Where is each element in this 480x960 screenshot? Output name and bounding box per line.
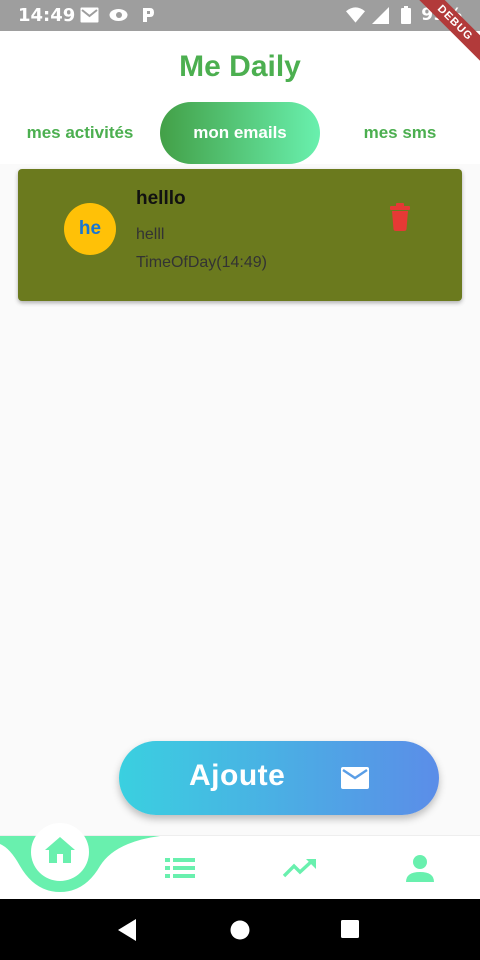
home-button[interactable] xyxy=(31,823,89,881)
notification-icons xyxy=(80,6,157,24)
signal-icon xyxy=(371,6,390,24)
cast-icon xyxy=(109,6,128,24)
person-icon[interactable] xyxy=(400,851,440,885)
status-bar: 14:49 99% DEBUG xyxy=(0,0,480,69)
avatar: he xyxy=(64,203,116,255)
add-button-label: Ajoute xyxy=(189,759,286,792)
trash-icon[interactable] xyxy=(388,203,412,231)
home-system-icon[interactable] xyxy=(229,919,251,941)
back-icon[interactable] xyxy=(118,919,140,941)
email-body: helll xyxy=(136,226,165,243)
p-app-icon xyxy=(138,6,157,24)
status-time: 14:49 xyxy=(18,5,76,26)
system-navigation-bar xyxy=(0,899,480,960)
gmail-icon xyxy=(80,6,99,24)
app-header: Me Daily mes activités mon emails mes sm… xyxy=(0,31,480,164)
tab-bar: mes activités mon emails mes sms xyxy=(0,102,480,164)
battery-icon xyxy=(396,6,415,24)
email-time: TimeOfDay(14:49) xyxy=(136,254,267,271)
tab-emails[interactable]: mon emails xyxy=(160,102,320,164)
tab-activites[interactable]: mes activités xyxy=(0,102,160,164)
home-icon xyxy=(45,836,75,868)
tab-sms[interactable]: mes sms xyxy=(320,102,480,164)
email-card[interactable]: he helllo helll TimeOfDay(14:49) xyxy=(18,169,462,301)
recents-icon[interactable] xyxy=(340,919,362,941)
list-icon[interactable] xyxy=(160,851,200,885)
app-title: Me Daily xyxy=(179,50,301,83)
trending-up-icon[interactable] xyxy=(280,851,320,885)
add-button[interactable]: Ajoute xyxy=(119,741,439,815)
mail-icon xyxy=(341,767,369,789)
email-title: helllo xyxy=(136,188,186,209)
wifi-icon xyxy=(346,6,366,24)
